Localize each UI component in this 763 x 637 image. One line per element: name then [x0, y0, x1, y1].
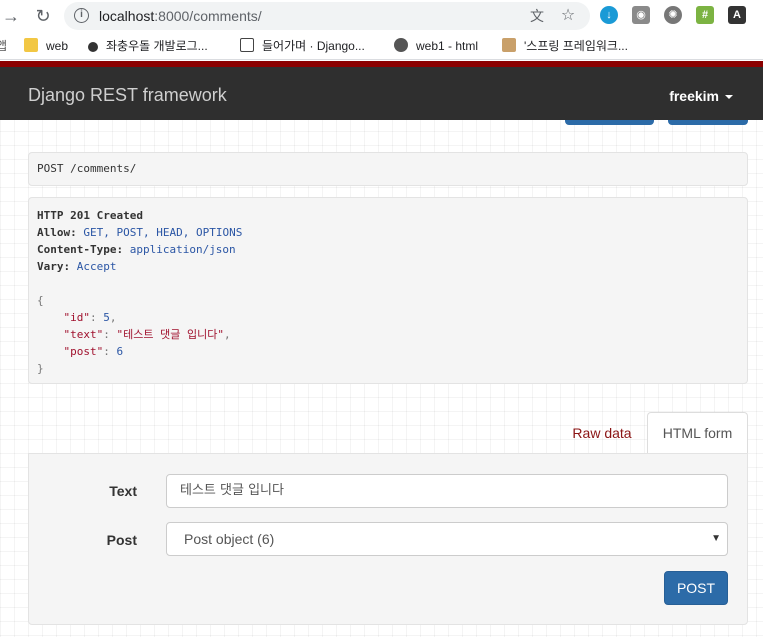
star-icon[interactable]: ☆ — [560, 8, 576, 24]
header-value: application/json — [129, 243, 236, 256]
text-input[interactable]: 테스트 댓글 입니다 — [166, 474, 728, 508]
tab-raw-data[interactable]: Raw data — [558, 414, 646, 452]
a-extension-icon[interactable]: A — [728, 6, 746, 24]
bookmarks-bar: 앱 web 좌충우돌 개발로그... 들어가며 · Django... web1… — [0, 32, 763, 60]
forward-arrow-icon[interactable]: → — [0, 5, 22, 27]
json-key: "id" — [63, 311, 91, 324]
caret-down-icon — [725, 95, 733, 99]
tab-html-form[interactable]: HTML form — [647, 412, 748, 454]
bookmark-web[interactable]: web — [24, 38, 68, 54]
post-submit-button[interactable]: POST — [664, 571, 728, 605]
post-select-value: Post object (6) — [184, 531, 275, 547]
response-info: HTTP 201 Created Allow: GET, POST, HEAD,… — [28, 197, 748, 384]
bookmark-django[interactable]: 들어가며 · Django... — [240, 38, 365, 54]
response-status: HTTP 201 Created — [37, 209, 143, 222]
header-key: Vary: — [37, 260, 71, 273]
header-key: Allow: — [37, 226, 77, 239]
dropdown-arrow-icon: ▼ — [711, 533, 721, 544]
request-method: POST — [37, 162, 64, 175]
json-open-brace: { — [37, 294, 44, 307]
json-value: "테스트 댓글 입니다" — [116, 328, 224, 341]
header-key: Content-Type: — [37, 243, 124, 256]
globe-icon — [394, 38, 408, 52]
dots-icon — [88, 42, 98, 52]
post-label: Post — [106, 532, 137, 548]
gear-extension-icon[interactable]: ✺ — [664, 6, 682, 24]
url-path: :8000/comments/ — [154, 8, 262, 24]
bookmark-spring[interactable]: '스프링 프레임워크... — [502, 38, 628, 54]
user-menu[interactable]: freekim — [669, 88, 733, 104]
json-value: 5 — [103, 311, 110, 324]
json-close-brace: } — [37, 362, 44, 375]
bookmark-label: '스프링 프레임워크... — [524, 39, 628, 53]
bookmark-label: 좌충우돌 개발로그... — [106, 39, 208, 53]
text-label: Text — [109, 483, 137, 499]
bookmark-label: 들어가며 · Django... — [262, 39, 365, 53]
json-line-id: "id": 5, — [63, 311, 117, 324]
request-info: POST /comments/ — [28, 152, 748, 186]
navbar-brand[interactable]: Django REST framework — [28, 85, 227, 106]
address-bar[interactable]: i localhost:8000/comments/ 文 ☆ — [64, 2, 590, 30]
url-text[interactable]: localhost:8000/comments/ — [99, 8, 262, 24]
header-value: Accept — [76, 260, 117, 273]
book-icon — [240, 38, 254, 52]
apps-icon[interactable]: 앱 — [0, 38, 7, 54]
folder-icon — [24, 38, 38, 52]
bookmark-devlog[interactable]: 좌충우돌 개발로그... — [88, 38, 208, 54]
user-name: freekim — [669, 88, 719, 104]
json-value: 6 — [116, 345, 124, 358]
post-select[interactable]: Post object (6) ▼ — [166, 522, 728, 556]
reload-icon[interactable]: ↻ — [32, 5, 54, 27]
page-body: Comment Viewset List Django REST framewo… — [0, 61, 763, 637]
json-line-post: "post": 6 — [63, 345, 124, 358]
camera-extension-icon[interactable]: ◉ — [632, 6, 650, 24]
image-icon — [502, 38, 516, 52]
ladder-extension-icon[interactable]: # — [696, 6, 714, 24]
bookmark-web1[interactable]: web1 - html — [394, 38, 478, 54]
html-form: Text 테스트 댓글 입니다 Post Post object (6) ▼ P… — [28, 453, 748, 625]
json-key: "post" — [63, 345, 104, 358]
download-extension-icon[interactable]: ↓ — [600, 6, 618, 24]
json-line-text: "text": "테스트 댓글 입니다", — [63, 328, 231, 341]
header-value: GET, POST, HEAD, OPTIONS — [83, 226, 243, 239]
bookmark-label: web1 - html — [416, 39, 479, 53]
request-path: /comments/ — [70, 162, 137, 175]
translate-icon[interactable]: 文 — [529, 8, 545, 24]
json-key: "text" — [63, 328, 104, 341]
info-icon[interactable]: i — [74, 8, 89, 23]
browser-toolbar: → ↻ i localhost:8000/comments/ 文 ☆ ↓ ◉ ✺… — [0, 0, 763, 32]
navbar: Django REST framework freekim — [0, 67, 763, 120]
bookmark-label: web — [46, 39, 69, 53]
url-host: localhost — [99, 8, 155, 24]
